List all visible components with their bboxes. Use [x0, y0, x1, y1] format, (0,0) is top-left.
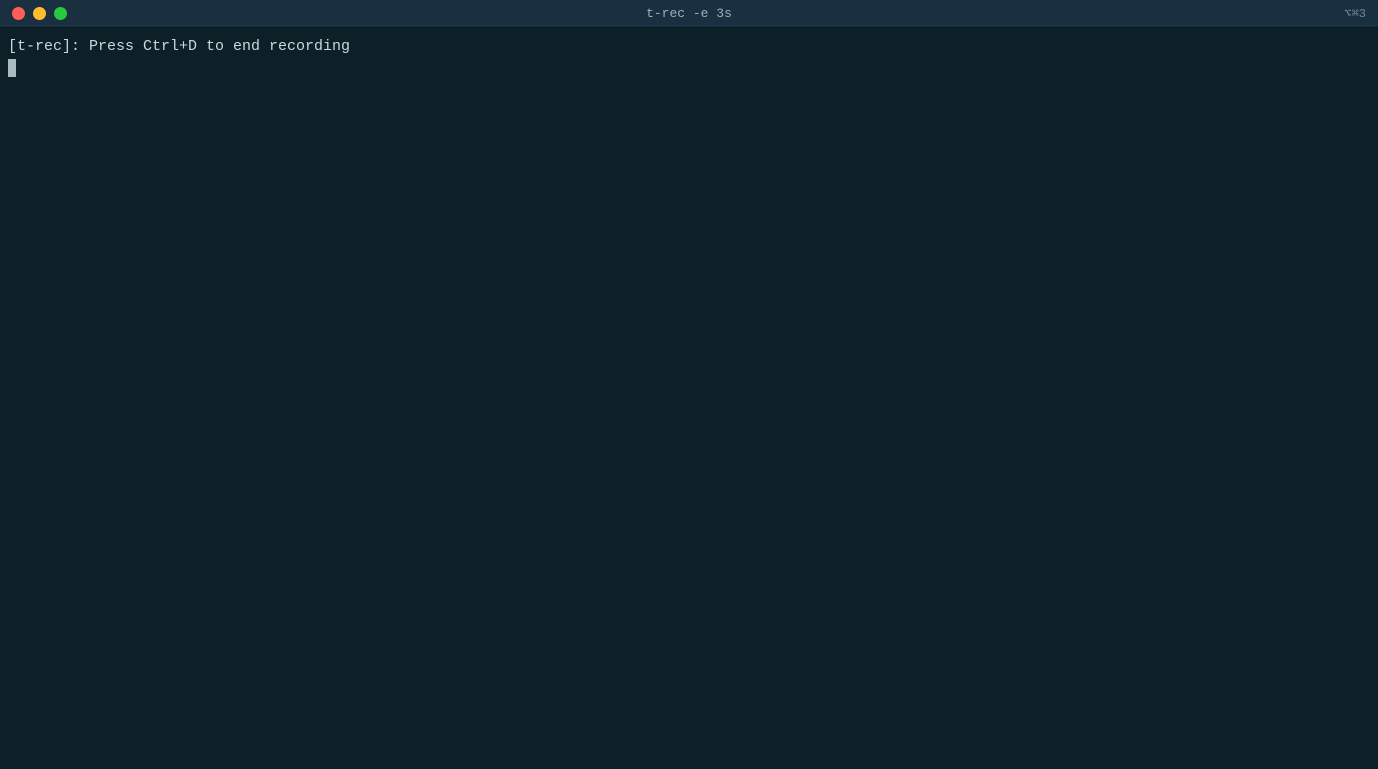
terminal-cursor [8, 59, 16, 77]
close-button[interactable] [12, 7, 25, 20]
cursor-line [8, 59, 1370, 77]
terminal-output-line: [t-rec]: Press Ctrl+D to end recording [8, 36, 1370, 57]
window-title: t-rec -e 3s [646, 6, 732, 21]
window: t-rec -e 3s ⌥⌘3 [t-rec]: Press Ctrl+D to… [0, 0, 1378, 769]
terminal-body[interactable]: [t-rec]: Press Ctrl+D to end recording [0, 28, 1378, 769]
titlebar: t-rec -e 3s ⌥⌘3 [0, 0, 1378, 28]
titlebar-buttons [12, 7, 67, 20]
maximize-button[interactable] [54, 7, 67, 20]
minimize-button[interactable] [33, 7, 46, 20]
keyboard-shortcut: ⌥⌘3 [1344, 6, 1366, 21]
